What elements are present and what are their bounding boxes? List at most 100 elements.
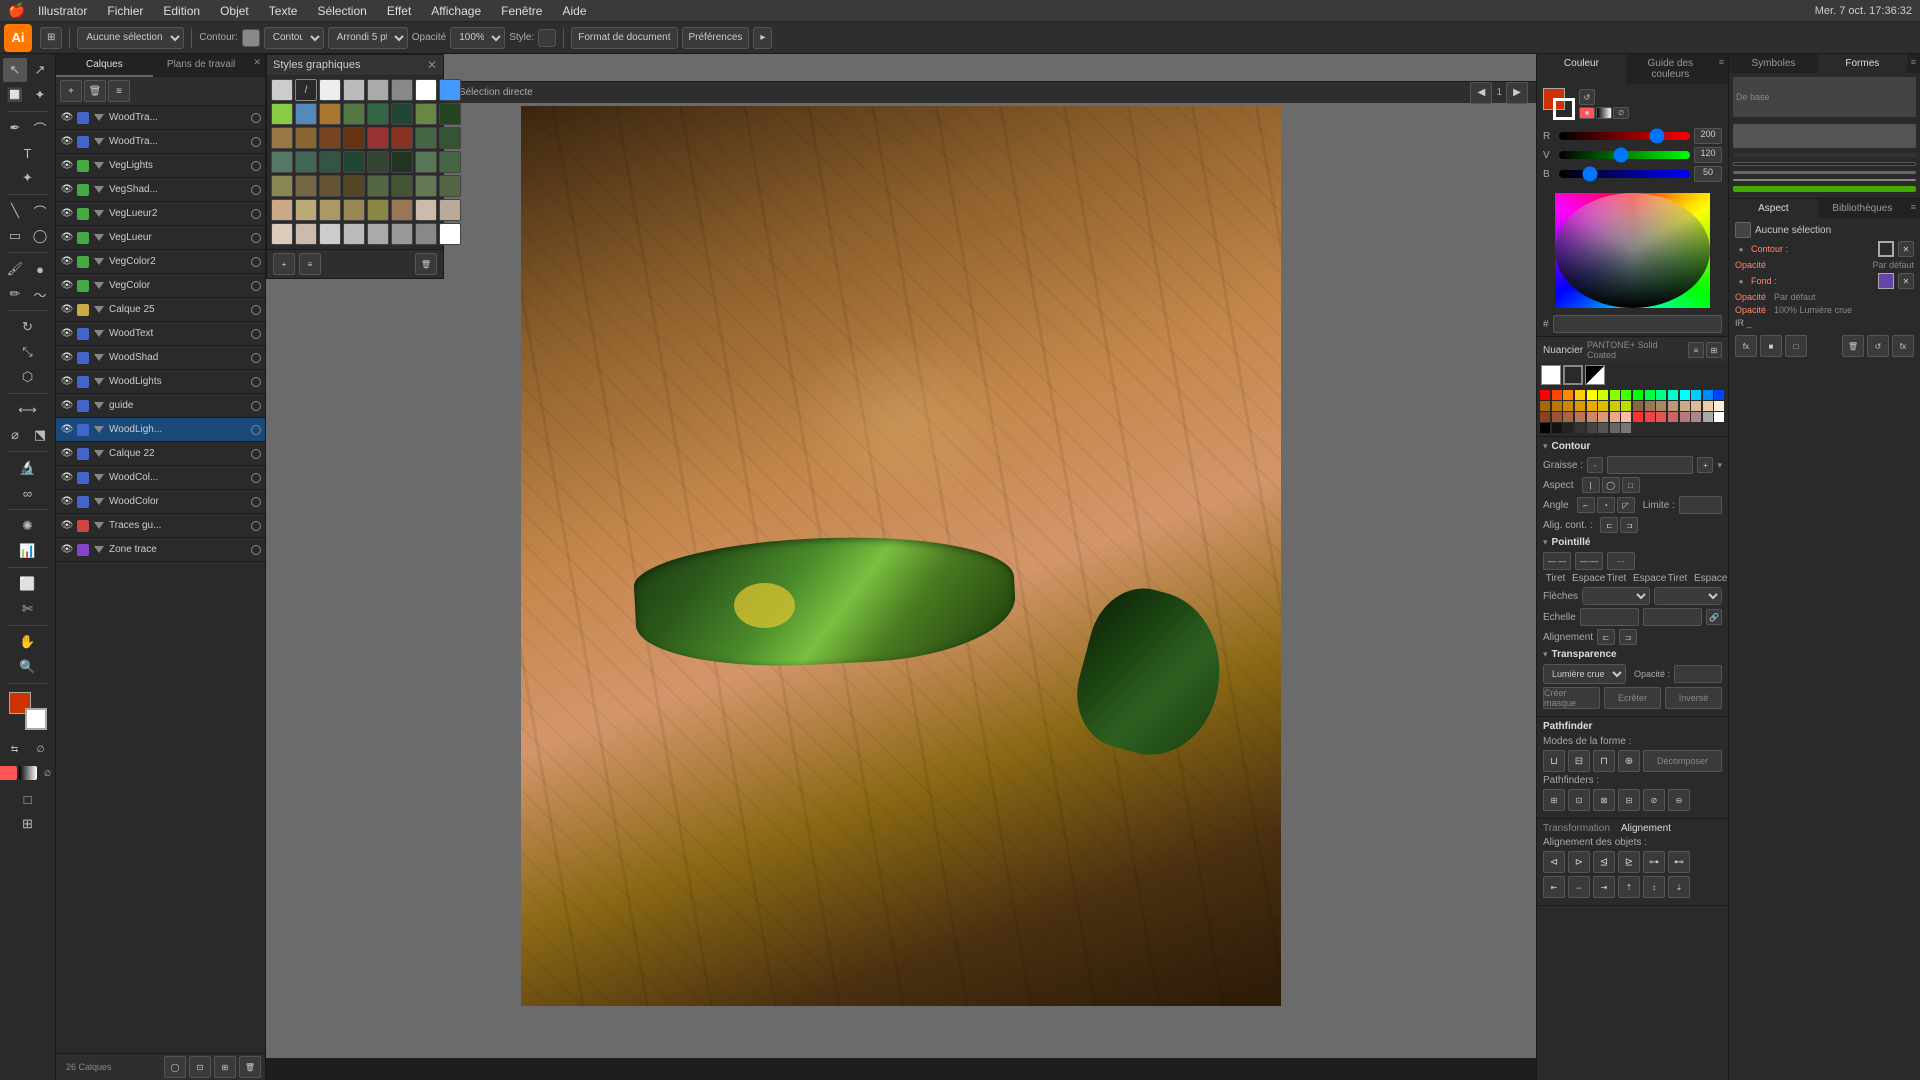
layer-lock[interactable] [234,279,248,293]
swatch-item[interactable] [1552,401,1562,411]
swatch-item[interactable] [1552,390,1562,400]
swatch-item[interactable] [1610,401,1620,411]
graisse-down-btn[interactable]: - [1587,457,1603,473]
nuancier-grid-btn[interactable]: ⊞ [1706,342,1722,358]
opacite-aspect-label-1[interactable]: Opacité [1735,260,1868,270]
gs-item[interactable] [343,199,365,221]
blob-brush-tool[interactable]: ● [28,257,52,281]
layer-expand[interactable] [94,210,104,217]
scale-tool[interactable]: ⤡ [16,340,40,364]
layer-lock[interactable] [234,447,248,461]
select-tool[interactable]: ↖ [3,58,27,82]
gs-item[interactable] [415,223,437,245]
delete-item-btn[interactable]: 🗑 [1842,335,1864,357]
layer-expand[interactable] [94,546,104,553]
hex-input[interactable] [1553,315,1722,333]
gs-item[interactable] [271,223,293,245]
pointille-btn-3[interactable]: ··· [1607,552,1635,570]
layer-vis[interactable]: 👁 [60,231,74,245]
swatch-item[interactable] [1610,423,1620,433]
transformation-tab[interactable]: Transformation [1543,823,1610,834]
gs-item[interactable] [295,103,317,125]
gs-item[interactable] [271,175,293,197]
layer-target[interactable] [251,545,261,555]
layer-target[interactable] [251,281,261,291]
layer-lock[interactable] [234,111,248,125]
layer-target[interactable] [251,209,261,219]
aspect-refresh-btn[interactable]: ↺ [1867,335,1889,357]
alig-center-btn[interactable]: ⊏ [1600,517,1618,533]
gs-item[interactable]: / [295,79,317,101]
limite-input[interactable] [1679,496,1722,514]
tab-guide-couleurs[interactable]: Guide des couleurs [1626,54,1715,84]
layer-vis[interactable]: 👁 [60,375,74,389]
layer-vis[interactable]: 👁 [60,519,74,533]
align-end-btn[interactable]: ⊐ [1619,629,1637,645]
swatch-item[interactable] [1575,423,1585,433]
swatch-item[interactable] [1621,401,1631,411]
gs-item[interactable] [319,127,341,149]
smooth-tool[interactable]: 〜 [28,282,52,306]
tab-symboles[interactable]: Symboles [1729,54,1818,73]
swatch-item[interactable] [1575,401,1585,411]
gs-item[interactable] [415,103,437,125]
layer-item[interactable]: 👁 guide [56,394,265,418]
layer-expand[interactable] [94,498,104,505]
gs-item[interactable] [391,127,413,149]
gs-item[interactable] [367,151,389,173]
layer-target[interactable] [251,425,261,435]
fr-style-6[interactable] [1733,186,1916,192]
gs-item[interactable] [367,79,389,101]
layer-target[interactable] [251,401,261,411]
swap-fill-stroke[interactable]: ⇆ [3,737,27,761]
b-value[interactable]: 50 [1694,166,1722,182]
layer-lock[interactable] [234,495,248,509]
menu-affichage[interactable]: Affichage [423,2,489,20]
minus-back-btn[interactable]: ⊖ [1668,789,1690,811]
g-slider[interactable] [1559,151,1690,159]
arc-tool[interactable]: ⌒ [28,199,52,223]
cap-butt-btn[interactable]: | [1582,477,1600,493]
swatch-item[interactable] [1703,390,1713,400]
align-bottom-btn[interactable]: ⊷ [1668,851,1690,873]
magic-wand-tool[interactable]: ✦ [28,83,52,107]
align-top-btn[interactable]: ⊵ [1618,851,1640,873]
swatch-item[interactable] [1621,412,1631,422]
fr-style-4[interactable] [1733,171,1916,174]
width-tool[interactable]: ⟷ [16,398,40,422]
layer-item[interactable]: 👁 Calque 22 [56,442,265,466]
slice-tool[interactable]: ✄ [16,597,40,621]
menu-fenetre[interactable]: Fenêtre [493,2,550,20]
transparence-collapse[interactable]: ▾ [1543,649,1548,660]
gs-item[interactable] [439,223,461,245]
extra-options-btn[interactable]: ▸ [753,27,772,49]
opacite-value-label[interactable]: Opacité [1735,305,1766,315]
white-swatch[interactable] [1541,365,1561,385]
layer-lock[interactable] [234,351,248,365]
gs-item[interactable] [271,79,293,101]
layer-target[interactable] [251,329,261,339]
screen-mode-btn[interactable]: ⊞ [16,812,40,836]
gs-item[interactable] [319,151,341,173]
format-document-btn[interactable]: Format de document [571,27,677,49]
menu-fichier[interactable]: Fichier [99,2,151,20]
gs-item[interactable] [439,151,461,173]
layer-item[interactable]: 👁 WoodTra... [56,130,265,154]
none-mode-btn[interactable]: ∅ [39,766,57,780]
gs-item[interactable] [415,199,437,221]
layer-vis[interactable]: 👁 [60,255,74,269]
menu-selection[interactable]: Sélection [309,2,374,20]
swatch-item[interactable] [1610,412,1620,422]
layer-target[interactable] [251,353,261,363]
g-value[interactable]: 120 [1694,147,1722,163]
gradient-mode-btn[interactable] [19,766,37,780]
swatch-item[interactable] [1680,401,1690,411]
layer-vis[interactable]: 👁 [60,303,74,317]
gs-item[interactable] [391,103,413,125]
blend-mode-select[interactable]: Lumière crue [1543,664,1626,684]
registration-swatch[interactable] [1585,365,1605,385]
layer-expand[interactable] [94,378,104,385]
layer-item[interactable]: 👁 WoodLigh... [56,418,265,442]
swatch-item[interactable] [1575,412,1585,422]
dist-right-btn[interactable]: ⇥ [1593,876,1615,898]
